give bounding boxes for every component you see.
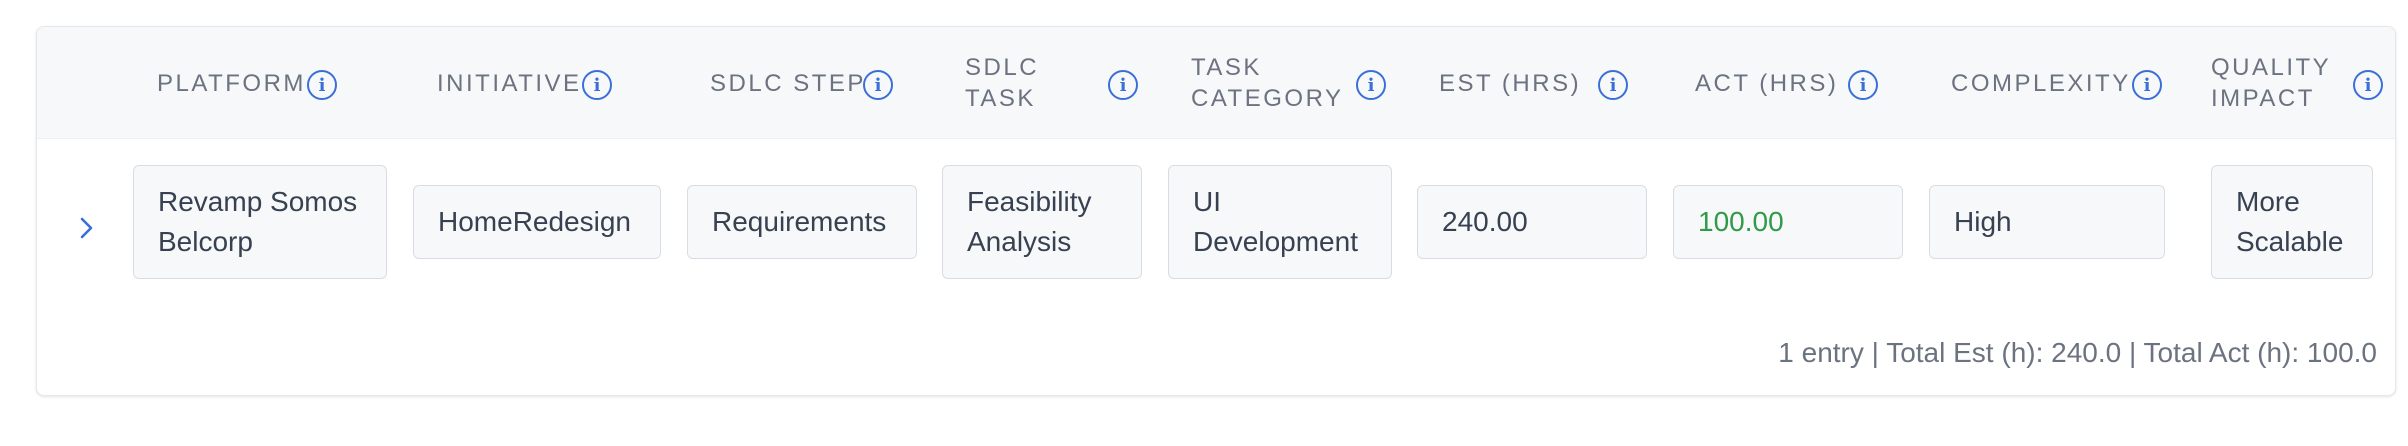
info-icon[interactable]: i — [2353, 70, 2383, 100]
info-icon[interactable]: i — [1598, 70, 1628, 100]
expand-row-button[interactable] — [75, 213, 99, 243]
est-hrs-cell[interactable]: 240.00 — [1417, 185, 1647, 259]
complexity-cell[interactable]: High — [1929, 185, 2165, 259]
entries-table-card: PLATFORM i INITIATIVE i SDLC STEP i SDLC… — [36, 26, 2396, 396]
chevron-right-icon — [80, 217, 93, 239]
column-header-act-hrs: ACT (HRS) — [1695, 69, 1839, 97]
column-header-sdlc-step: SDLC STEP — [710, 69, 866, 97]
table-summary-footer: 1 entry | Total Est (h): 240.0 | Total A… — [1778, 337, 2377, 368]
info-icon[interactable]: i — [582, 70, 612, 100]
column-header-complexity: COMPLEXITY — [1951, 69, 2131, 97]
info-icon[interactable]: i — [863, 70, 893, 100]
info-icon[interactable]: i — [1108, 70, 1138, 100]
sdlc-step-cell[interactable]: Requirements — [687, 185, 917, 259]
column-header-quality-impact: QUALITY IMPACT — [2211, 54, 2331, 112]
info-icon[interactable]: i — [2132, 70, 2162, 100]
column-header-sdlc-task: SDLC TASK — [965, 54, 1040, 112]
column-header-platform: PLATFORM — [157, 69, 306, 97]
quality-impact-cell[interactable]: More Scalable — [2211, 165, 2373, 279]
act-hrs-cell[interactable]: 100.00 — [1673, 185, 1903, 259]
task-category-cell[interactable]: UI Development — [1168, 165, 1392, 279]
sdlc-task-cell[interactable]: Feasibility Analysis — [942, 165, 1142, 279]
info-icon[interactable]: i — [307, 70, 337, 100]
column-header-initiative: INITIATIVE — [437, 69, 582, 97]
info-icon[interactable]: i — [1848, 70, 1878, 100]
column-header-est-hrs: EST (HRS) — [1439, 69, 1582, 97]
column-header-task-category: TASK CATEGORY — [1191, 54, 1344, 112]
platform-cell[interactable]: Revamp Somos Belcorp — [133, 165, 387, 279]
table-header-row: PLATFORM i INITIATIVE i SDLC STEP i SDLC… — [37, 27, 2395, 139]
info-icon[interactable]: i — [1356, 70, 1386, 100]
initiative-cell[interactable]: HomeRedesign — [413, 185, 661, 259]
